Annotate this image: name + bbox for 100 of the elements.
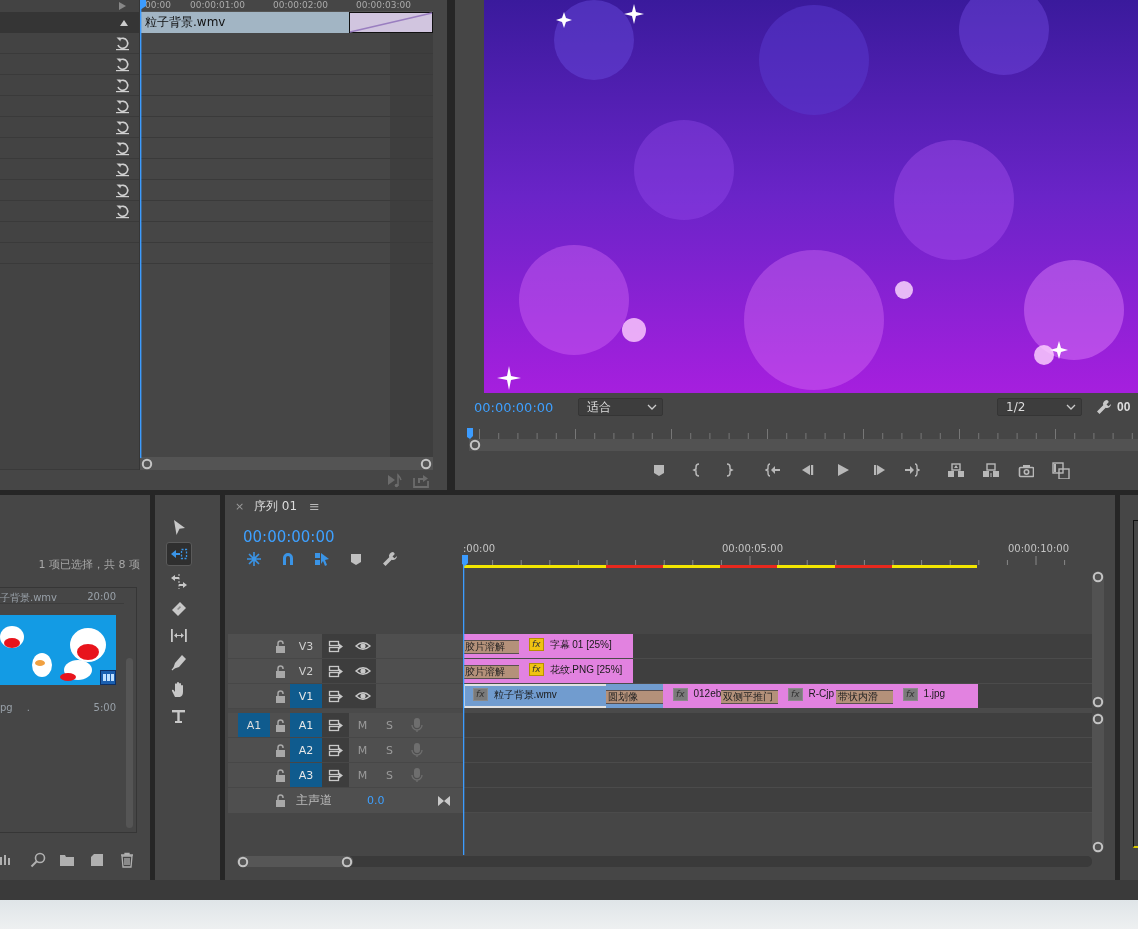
lock-icon[interactable] <box>273 717 287 733</box>
sync-icon[interactable] <box>327 717 344 733</box>
scroll-handle[interactable] <box>141 457 153 470</box>
marker-icon[interactable] <box>651 462 667 478</box>
compare-icon[interactable] <box>1052 461 1070 479</box>
lock-icon[interactable] <box>273 793 287 808</box>
caret-icon <box>647 403 657 411</box>
track-name[interactable]: A3 <box>290 763 322 787</box>
track-name[interactable]: A2 <box>290 738 322 762</box>
clip[interactable]: fx 字幕 01 [25%] <box>519 634 633 658</box>
panel-menu-button[interactable]: ≡ <box>309 499 320 514</box>
clip[interactable]: fx 粒子背景.wmv <box>463 684 606 708</box>
scroll-handle[interactable] <box>469 439 481 451</box>
transition[interactable]: 带状内滑 <box>836 684 893 708</box>
type-tool-icon <box>170 707 188 725</box>
search-icon[interactable] <box>30 852 46 868</box>
sync-icon[interactable] <box>327 767 344 783</box>
sync-icon[interactable] <box>327 638 344 654</box>
settings-icon[interactable] <box>1096 399 1112 415</box>
magnet-icon[interactable] <box>280 551 296 567</box>
lock-icon[interactable] <box>273 742 287 758</box>
track-name[interactable]: A1 <box>290 713 322 737</box>
reset-icon[interactable] <box>115 35 130 51</box>
clip[interactable]: fx 012eb <box>663 684 721 708</box>
bowtie-icon[interactable] <box>437 793 451 808</box>
lock-icon[interactable] <box>273 638 287 654</box>
sequence-tab[interactable]: 序列 01 <box>254 498 298 515</box>
linked-selection-icon[interactable] <box>314 551 330 567</box>
playhead[interactable] <box>140 0 147 458</box>
reset-icon[interactable] <box>115 98 130 114</box>
sync-icon[interactable] <box>327 742 344 758</box>
close-button[interactable]: × <box>235 500 250 513</box>
track-name: 主声道 <box>296 792 333 809</box>
timecode: 00:00:00:00 <box>474 399 555 415</box>
sync-icon[interactable] <box>327 688 344 704</box>
transition[interactable]: 胶片溶解 <box>463 659 519 683</box>
track-name[interactable]: V2 <box>290 659 322 683</box>
timecode: 00 <box>1117 400 1131 414</box>
mute-button[interactable]: M <box>357 743 368 757</box>
scroll-handle[interactable] <box>420 457 432 470</box>
clip[interactable]: fx R-Cjp <box>778 684 836 708</box>
expand-triangle-icon[interactable] <box>118 1 127 11</box>
go-to-out-icon[interactable] <box>904 462 920 478</box>
scroll-handle[interactable] <box>1092 841 1104 853</box>
new-item-icon[interactable] <box>90 852 106 868</box>
clip-name: 1.jpg <box>923 688 946 699</box>
tool-button[interactable] <box>166 542 192 566</box>
camera-icon[interactable] <box>1018 462 1034 478</box>
fit-dropdown[interactable]: 适合 <box>578 398 663 416</box>
transition[interactable]: 胶片溶解 <box>463 634 519 658</box>
lock-icon[interactable] <box>273 663 287 679</box>
scroll-thumb[interactable] <box>237 856 353 867</box>
clip-name: 粒子背景.wmv <box>140 12 349 33</box>
step-back-icon[interactable] <box>800 462 816 478</box>
settings-icon[interactable] <box>382 551 398 567</box>
rolling-edit-tool-icon <box>170 572 188 590</box>
step-forward-icon[interactable] <box>871 462 887 478</box>
reset-icon[interactable] <box>115 182 130 198</box>
scroll-handle[interactable] <box>341 855 353 868</box>
nest-icon[interactable] <box>246 551 262 567</box>
scroll-handle[interactable] <box>1092 571 1104 583</box>
play-icon[interactable] <box>835 462 851 478</box>
source-patch[interactable]: A1 <box>238 713 270 737</box>
clip[interactable]: fx 1.jpg <box>893 684 978 708</box>
trash-icon[interactable] <box>119 852 135 868</box>
track-name[interactable]: V3 <box>290 634 322 658</box>
lock-icon[interactable] <box>273 688 287 704</box>
playhead-marker[interactable] <box>467 428 473 439</box>
extract-icon[interactable] <box>982 461 1000 479</box>
solo-button[interactable]: S <box>386 718 393 732</box>
transition[interactable]: 双侧平推门 <box>721 684 778 708</box>
lift-icon[interactable] <box>947 461 965 479</box>
folder-icon[interactable] <box>59 852 75 868</box>
transition[interactable]: 圆划像 <box>606 684 663 708</box>
lock-icon[interactable] <box>273 767 287 783</box>
volume-value[interactable]: 0.0 <box>367 794 437 807</box>
marker-icon[interactable] <box>348 551 364 567</box>
solo-button[interactable]: S <box>386 743 393 757</box>
resolution-dropdown[interactable]: 1/2 <box>997 398 1082 416</box>
scroll-handle[interactable] <box>1092 696 1104 708</box>
reset-icon[interactable] <box>115 77 130 93</box>
collapse-triangle-icon[interactable] <box>119 18 129 27</box>
reset-icon[interactable] <box>115 119 130 135</box>
go-to-in-icon[interactable] <box>765 462 781 478</box>
scroll-handle[interactable] <box>237 855 249 868</box>
list-view-icon[interactable] <box>0 852 10 868</box>
ruler-label: 00:00:03:00 <box>356 0 412 11</box>
transition-clip[interactable] <box>349 12 433 33</box>
duration: 5:00 <box>93 702 116 715</box>
track-name[interactable]: V1 <box>290 684 322 708</box>
sync-icon[interactable] <box>327 663 344 679</box>
scroll-handle[interactable] <box>1092 713 1104 725</box>
mute-button[interactable]: M <box>357 718 368 732</box>
clip[interactable]: fx 花纹.PNG [25%] <box>519 659 633 683</box>
reset-icon[interactable] <box>115 203 130 219</box>
reset-icon[interactable] <box>115 56 130 72</box>
reset-icon[interactable] <box>115 140 130 156</box>
reset-icon[interactable] <box>115 161 130 177</box>
solo-button[interactable]: S <box>386 768 393 782</box>
mute-button[interactable]: M <box>357 768 368 782</box>
